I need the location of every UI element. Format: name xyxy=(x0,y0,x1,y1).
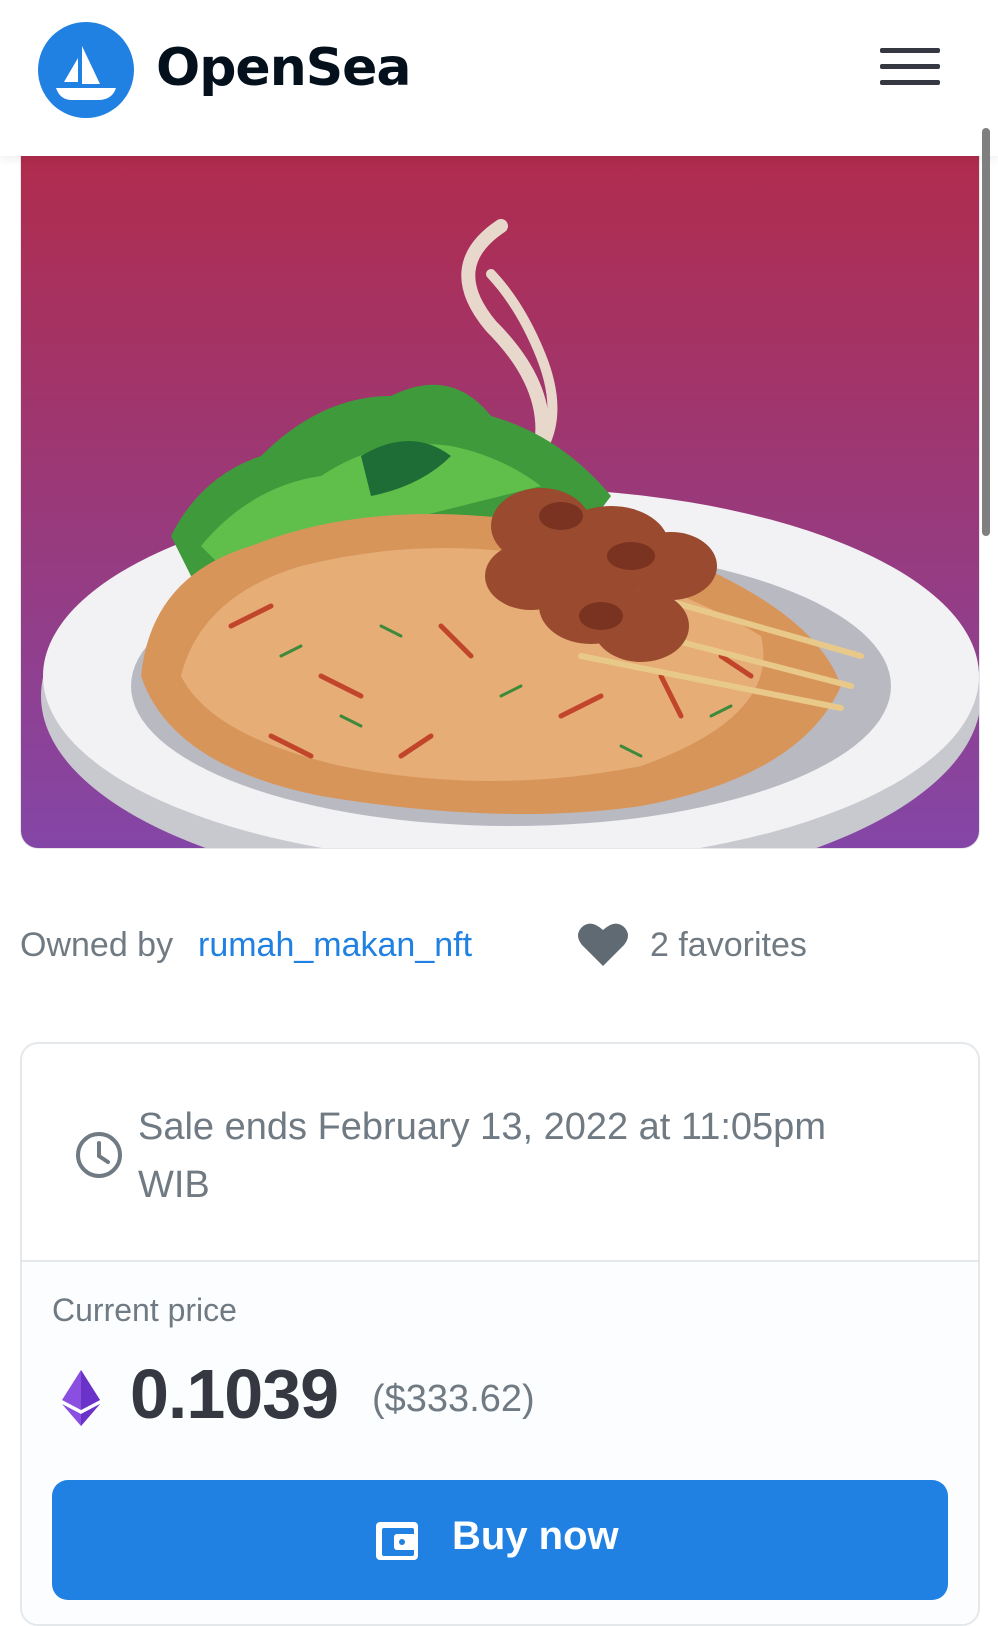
clock-icon xyxy=(74,1130,124,1180)
favorites-count[interactable]: 2 favorites xyxy=(650,926,807,965)
buy-now-button[interactable]: Buy now xyxy=(52,1480,948,1600)
buy-now-label: Buy now xyxy=(452,1514,619,1558)
sale-card: Sale ends February 13, 2022 at 11:05pm W… xyxy=(20,1042,980,1626)
nft-image[interactable] xyxy=(20,156,980,849)
price-usd: ($333.62) xyxy=(372,1378,535,1420)
price-value: 0.1039 xyxy=(130,1355,339,1433)
item-meta-row: Owned by rumah_makan_nft 2 favorites xyxy=(20,918,978,974)
app-header: OpenSea xyxy=(0,0,998,156)
price-section: Current price 0.1039 ($333.62) Buy now xyxy=(22,1262,978,1624)
owner-link[interactable]: rumah_makan_nft xyxy=(198,926,472,965)
heart-icon[interactable] xyxy=(576,918,630,970)
current-price-label: Current price xyxy=(52,1292,237,1328)
scrollbar[interactable] xyxy=(982,128,990,536)
sale-end-row: Sale ends February 13, 2022 at 11:05pm W… xyxy=(22,1044,978,1262)
owned-by-label: Owned by xyxy=(20,926,174,964)
hamburger-menu-icon[interactable] xyxy=(880,48,940,92)
brand-name[interactable]: OpenSea xyxy=(156,38,412,98)
opensea-logo-icon[interactable] xyxy=(38,22,134,118)
sale-ends-text: Sale ends February 13, 2022 at 11:05pm W… xyxy=(138,1106,826,1206)
ethereum-icon xyxy=(62,1370,100,1426)
wallet-icon xyxy=(374,1518,420,1562)
